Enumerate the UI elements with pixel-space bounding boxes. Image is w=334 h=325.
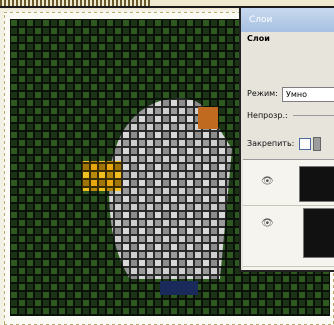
lock-transparency-checkbox[interactable] <box>299 138 311 150</box>
image-yellow-patch <box>82 161 122 191</box>
image-blue-patch <box>160 281 198 295</box>
opacity-slider[interactable] <box>293 115 334 116</box>
layer-thumbnail <box>303 208 334 258</box>
image-orange-patch <box>198 107 218 129</box>
opacity-label: Непрозр.: <box>247 111 288 120</box>
panel-title: Слои <box>249 15 273 25</box>
layers-panel: Слои Слои Режим: Умно Непрозр.: Закрепит… <box>239 8 334 272</box>
eye-icon[interactable]: 👁 <box>261 218 274 229</box>
blend-mode-select[interactable]: Умно <box>282 87 334 102</box>
layers-list: 👁 👁 <box>243 159 334 270</box>
lock-label: Закрепить: <box>247 139 295 148</box>
eye-icon[interactable]: 👁 <box>261 176 274 187</box>
layer-row[interactable]: 👁 <box>243 206 334 267</box>
panel-title-bar[interactable]: Слои <box>241 8 334 32</box>
blend-mode-label: Режим: <box>247 89 278 98</box>
layer-row[interactable]: 👁 <box>243 160 334 206</box>
layer-thumbnail <box>299 166 334 202</box>
lock-paint-button[interactable] <box>313 137 321 151</box>
tab-layers[interactable]: Слои <box>247 34 270 43</box>
